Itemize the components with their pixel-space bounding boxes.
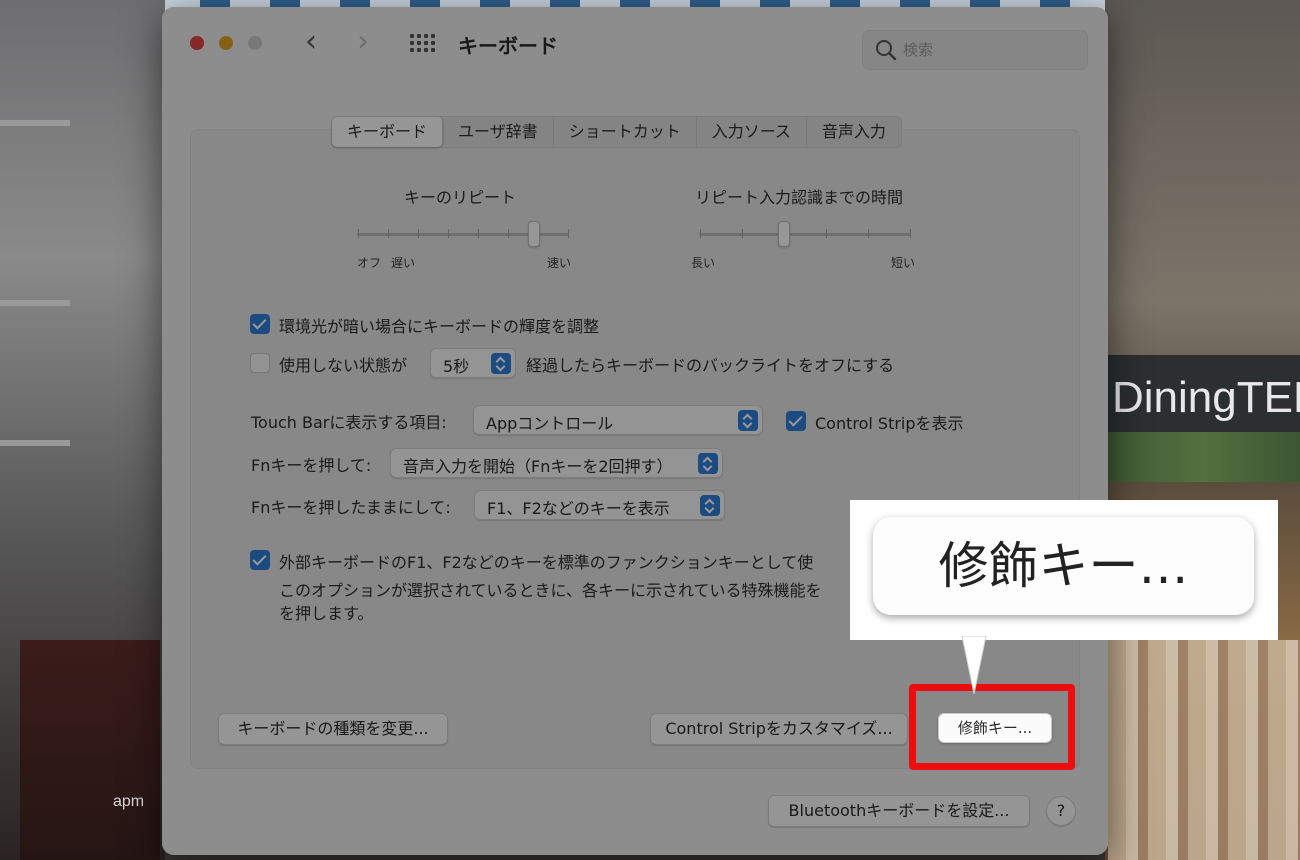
callout-pointer-icon: [962, 636, 987, 695]
background-stripe: [0, 440, 70, 446]
background-stripe: [0, 120, 70, 126]
background-storefront: [20, 640, 160, 860]
background-plants: [1108, 432, 1300, 482]
background-sign: DiningTERR: [1108, 355, 1300, 440]
background-logo: apm: [113, 793, 145, 810]
background-shop: [1108, 640, 1300, 860]
modifier-keys-button[interactable]: 修飾キー...: [938, 713, 1052, 743]
background-stripe: [0, 300, 70, 306]
callout-label: 修飾キー…: [873, 517, 1254, 615]
